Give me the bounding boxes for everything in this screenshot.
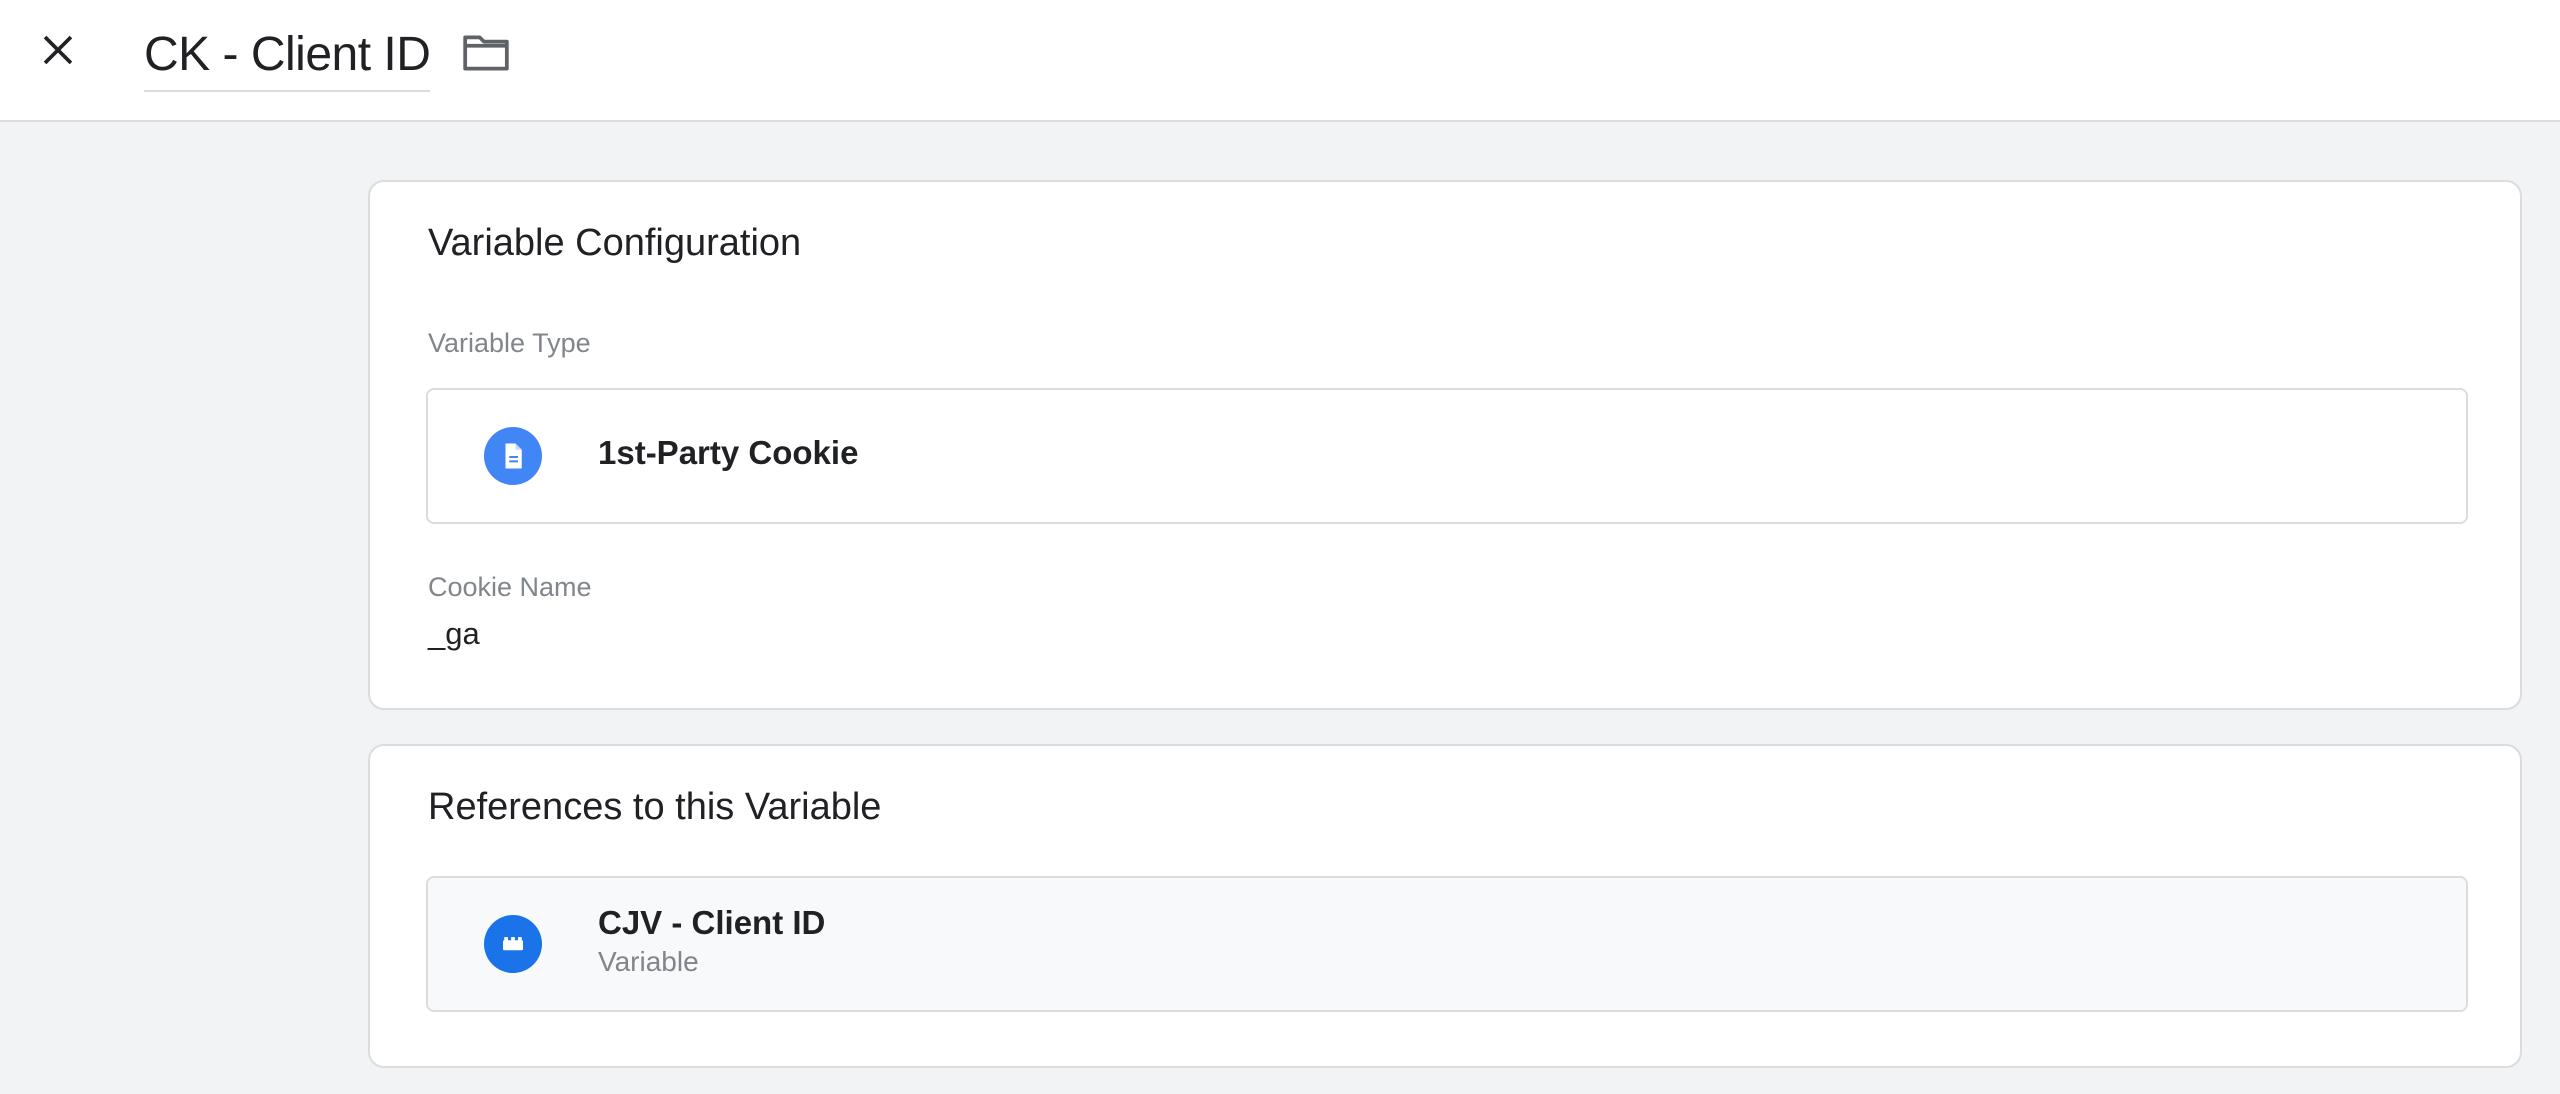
references-card: References to this Variable CJV - Client… (368, 744, 2522, 1068)
folder-button[interactable] (456, 26, 516, 78)
folder-icon (463, 35, 509, 71)
cookie-name-label: Cookie Name (428, 572, 592, 602)
variable-configuration-card: Variable Configuration Variable Type 1st… (368, 180, 2522, 710)
reference-item[interactable]: CJV - Client ID Variable (426, 876, 2468, 1012)
variable-configuration-title: Variable Configuration (428, 222, 802, 264)
top-bar: CK - Client ID (0, 0, 2560, 122)
close-button[interactable] (30, 22, 86, 78)
variable-type-selector[interactable]: 1st-Party Cookie (426, 388, 2468, 524)
variable-name-field[interactable]: CK - Client ID (144, 18, 431, 92)
document-icon (484, 427, 542, 485)
variable-type-value: 1st-Party Cookie (598, 434, 859, 471)
reference-item-type: Variable (598, 946, 699, 977)
variable-name-text: CK - Client ID (144, 27, 431, 81)
cookie-name-value: _ga (428, 616, 480, 651)
variable-type-label: Variable Type (428, 328, 591, 358)
close-icon (43, 35, 73, 65)
references-title: References to this Variable (428, 786, 882, 828)
reference-item-name: CJV - Client ID (598, 904, 826, 941)
variable-block-icon (484, 915, 542, 973)
